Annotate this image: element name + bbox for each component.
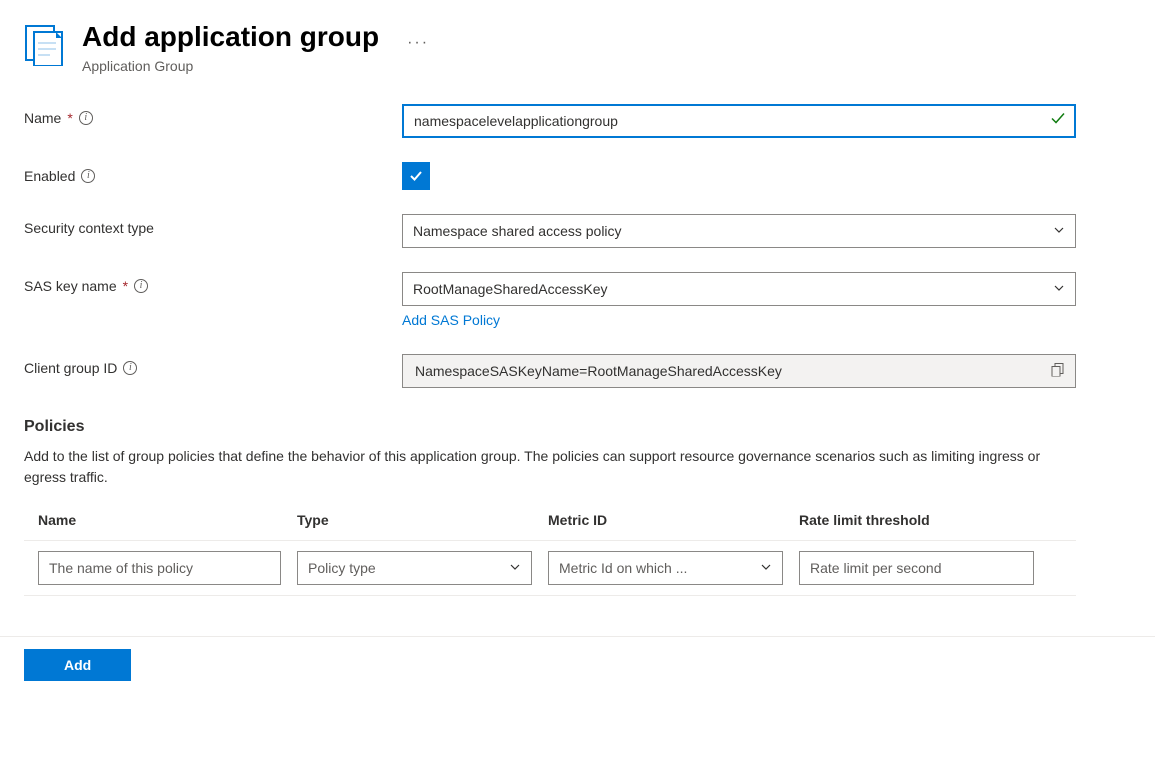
page-header: Add application group Application Group … xyxy=(0,0,1155,74)
name-input[interactable] xyxy=(402,104,1076,138)
chevron-down-icon xyxy=(509,560,521,576)
policy-type-select[interactable]: Policy type xyxy=(297,551,532,585)
more-button[interactable]: ··· xyxy=(407,34,429,52)
policy-rate-input[interactable] xyxy=(799,551,1034,585)
policy-name-input[interactable] xyxy=(38,551,281,585)
add-button[interactable]: Add xyxy=(24,649,131,681)
sas-key-label: SAS key name xyxy=(24,278,117,294)
page-subtitle: Application Group xyxy=(82,58,379,74)
policy-metric-select[interactable]: Metric Id on which ... xyxy=(548,551,783,585)
security-context-select[interactable]: Namespace shared access policy xyxy=(402,214,1076,248)
info-icon[interactable]: i xyxy=(134,279,148,293)
info-icon[interactable]: i xyxy=(123,361,137,375)
chevron-down-icon xyxy=(760,560,772,576)
security-context-label: Security context type xyxy=(24,220,154,236)
policy-row: Policy type Metric Id on which ... xyxy=(24,541,1076,596)
required-indicator: * xyxy=(123,278,128,294)
chevron-down-icon xyxy=(1053,281,1065,297)
add-sas-policy-link[interactable]: Add SAS Policy xyxy=(402,312,500,328)
client-group-id-field: NamespaceSASKeyName=RootManageSharedAcce… xyxy=(402,354,1076,388)
required-indicator: * xyxy=(67,110,72,126)
info-icon[interactable]: i xyxy=(79,111,93,125)
copy-icon[interactable] xyxy=(1051,362,1065,379)
enabled-checkbox[interactable] xyxy=(402,162,430,190)
chevron-down-icon xyxy=(1053,223,1065,239)
app-group-icon xyxy=(24,24,66,66)
policies-section-title: Policies xyxy=(24,418,1076,436)
policies-table: Name Type Metric ID Rate limit threshold… xyxy=(24,512,1076,596)
col-header-metric: Metric ID xyxy=(548,512,783,528)
col-header-rate: Rate limit threshold xyxy=(799,512,1034,528)
page-title: Add application group xyxy=(82,20,379,54)
client-group-label: Client group ID xyxy=(24,360,117,376)
valid-check-icon xyxy=(1050,110,1066,131)
info-icon[interactable]: i xyxy=(81,169,95,183)
col-header-name: Name xyxy=(38,512,281,528)
footer: Add xyxy=(0,636,1155,693)
name-label: Name xyxy=(24,110,61,126)
policies-section-desc: Add to the list of group policies that d… xyxy=(24,446,1044,488)
col-header-type: Type xyxy=(297,512,532,528)
enabled-label: Enabled xyxy=(24,168,75,184)
sas-key-select[interactable]: RootManageSharedAccessKey xyxy=(402,272,1076,306)
